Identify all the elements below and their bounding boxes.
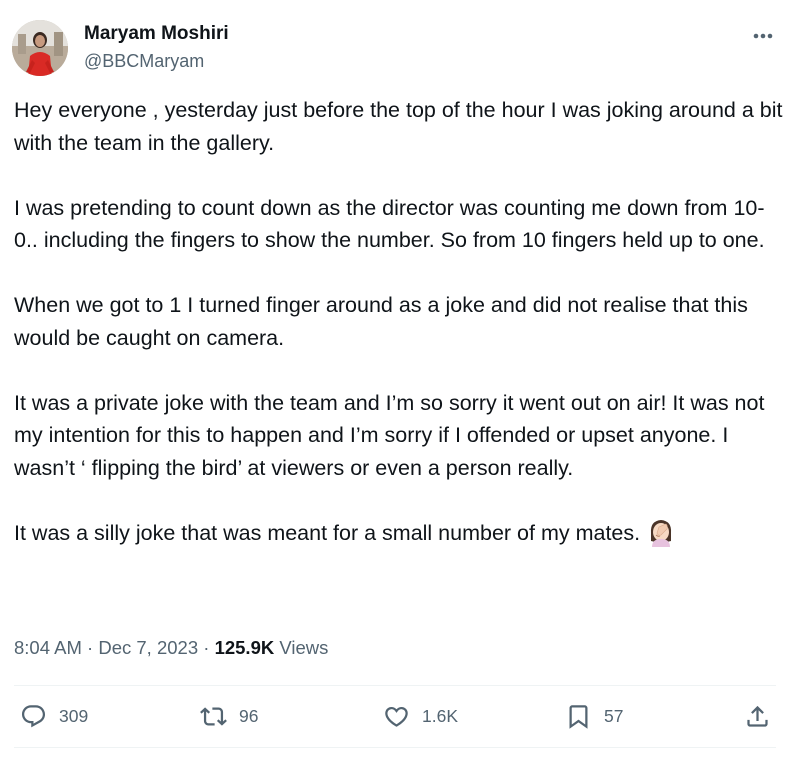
bookmark-button[interactable]: 57 [565,688,623,744]
repost-count: 96 [239,705,259,726]
like-count: 1.6K [422,705,458,726]
share-icon [747,705,768,727]
tweet-text: Hey everyone , yesterday just before the… [14,94,784,549]
author-handle[interactable]: @BBCMaryam [84,49,229,73]
views-label: Views [274,637,329,658]
reply-count: 309 [59,705,89,726]
repost-icon [200,706,227,726]
reply-icon [21,704,46,727]
meta-separator: · [198,637,215,658]
action-bar: 309 96 1.6K 57 [14,688,776,744]
tweet-paragraph: It was a private joke with the team and … [14,390,765,480]
avatar-photo [12,20,68,76]
views-count[interactable]: 125.9K [215,637,275,658]
woman-facepalming-emoji-icon [646,517,676,547]
divider-top [14,685,776,686]
share-button[interactable] [744,688,771,744]
tweet-header: Maryam Moshiri @BBCMaryam [12,20,780,80]
bookmark-count: 57 [604,705,624,726]
tweet-paragraph-text: It was a silly joke that was meant for a… [14,520,641,545]
heart-icon [385,706,408,727]
like-button[interactable]: 1.6K [383,688,458,744]
repost-button[interactable]: 96 [200,688,258,744]
more-options-button[interactable] [748,26,778,46]
tweet-paragraph-last: It was a silly joke that was meant for a… [14,517,784,550]
avatar[interactable] [12,20,68,76]
bookmark-icon [569,704,588,729]
tweet-card: Maryam Moshiri @BBCMaryam Hey everyone ,… [0,0,791,762]
tweet-paragraph: Hey everyone , yesterday just before the… [14,98,783,155]
tweet-time[interactable]: 8:04 AM [14,637,82,658]
author-names: Maryam Moshiri @BBCMaryam [84,22,229,73]
tweet-paragraph: I was pretending to count down as the di… [14,195,765,253]
tweet-date[interactable]: Dec 7, 2023 [98,637,198,658]
meta-separator: · [81,637,99,658]
author-display-name[interactable]: Maryam Moshiri [84,22,229,46]
reply-button[interactable]: 309 [20,688,88,744]
tweet-meta: 8:04 AM · Dec 7, 2023 · 125.9K Views [14,634,328,662]
tweet-paragraph: When we got to 1 I turned finger around … [14,293,748,350]
divider-bottom [14,747,776,748]
more-dots-icon [753,33,773,39]
